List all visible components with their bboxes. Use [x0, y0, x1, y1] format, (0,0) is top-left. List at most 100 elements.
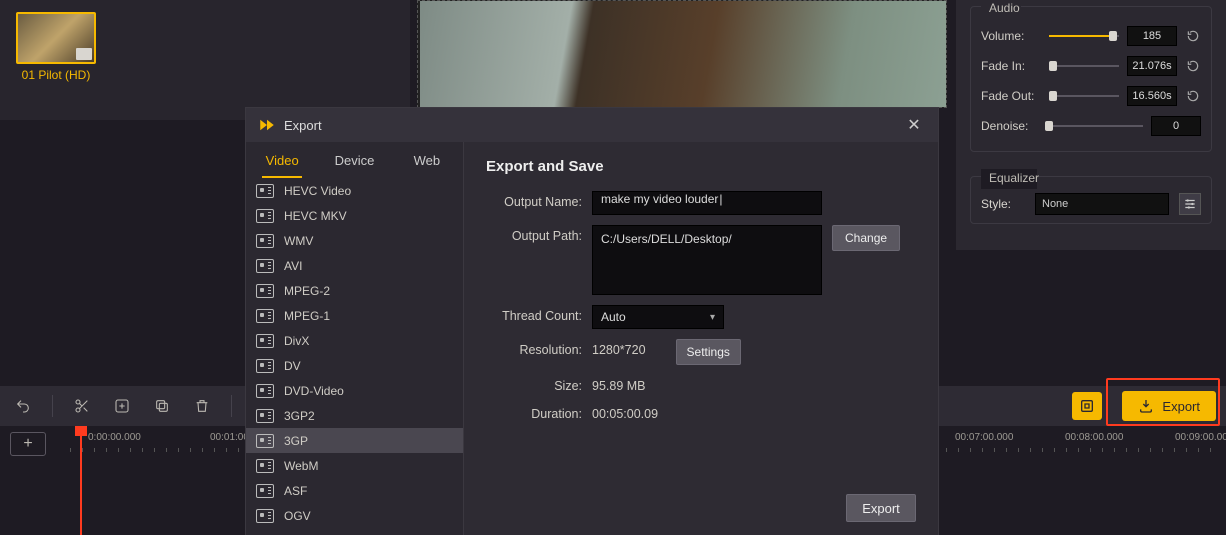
- duration-value: 00:05:00.09: [592, 403, 658, 421]
- copy-icon[interactable]: [149, 393, 175, 419]
- reset-icon[interactable]: [1185, 88, 1201, 104]
- format-item[interactable]: DVD-Video: [246, 378, 463, 403]
- export-dialog: Export ✕ Video Device Web HEVC VideoHEVC…: [246, 108, 938, 535]
- chevron-down-icon: ▾: [710, 312, 715, 323]
- format-list[interactable]: HEVC Video HEVC MKVWMVAVIMPEG-2 MPEG-1 DivX…: [246, 178, 463, 535]
- format-item[interactable]: DivX: [246, 328, 463, 353]
- resolution-label: Resolution:: [486, 339, 582, 357]
- equalizer-section-title: Equalizer: [981, 169, 1037, 189]
- ruler-tick: 00:07:00.000: [955, 432, 1013, 443]
- format-label: ASF: [284, 484, 307, 498]
- thread-count-value: Auto: [601, 310, 626, 324]
- export-form: Export and Save Output Name: make my vid…: [464, 142, 938, 535]
- clip-title: 01 Pilot (HD): [16, 68, 96, 82]
- dialog-title: Export: [284, 118, 322, 133]
- format-item[interactable]: HEVC Video: [246, 178, 463, 203]
- add-icon[interactable]: [109, 393, 135, 419]
- audio-section-title: Audio: [981, 0, 1021, 19]
- tab-video[interactable]: Video: [246, 142, 318, 178]
- tab-web[interactable]: Web: [391, 142, 463, 178]
- denoise-row: Denoise: 0: [981, 111, 1201, 141]
- resolution-settings-button[interactable]: Settings: [676, 339, 741, 365]
- reset-icon[interactable]: [1185, 58, 1201, 74]
- denoise-value[interactable]: 0: [1151, 116, 1201, 136]
- fadein-label: Fade In:: [981, 59, 1041, 73]
- format-label: 3GP: [284, 434, 308, 448]
- denoise-label: Denoise:: [981, 119, 1041, 133]
- equalizer-panel: Equalizer Style: None: [956, 170, 1226, 230]
- dialog-export-button[interactable]: Export: [846, 494, 916, 522]
- format-item[interactable]: WMV: [246, 228, 463, 253]
- format-label: DVD-Video: [284, 384, 344, 398]
- denoise-slider[interactable]: [1049, 118, 1143, 134]
- export-icon: [1138, 398, 1154, 414]
- preview-monitor: [417, 0, 947, 108]
- eq-settings-button[interactable]: [1179, 193, 1201, 215]
- video-file-icon: [256, 234, 274, 248]
- change-path-button[interactable]: Change: [832, 225, 900, 251]
- output-name-field[interactable]: make my video louder: [592, 191, 822, 215]
- export-sidebar: Video Device Web HEVC Video HEVC MKVWMVAV…: [246, 142, 464, 535]
- tab-device[interactable]: Device: [318, 142, 390, 178]
- app-logo-icon: [258, 116, 276, 134]
- format-item[interactable]: OGV: [246, 503, 463, 528]
- format-item[interactable]: MPEG-2: [246, 278, 463, 303]
- volume-value[interactable]: 185: [1127, 26, 1177, 46]
- format-item[interactable]: ASF: [246, 478, 463, 503]
- film-icon: [76, 48, 92, 60]
- video-file-icon: [256, 484, 274, 498]
- reset-icon[interactable]: [1185, 28, 1201, 44]
- fadeout-slider[interactable]: [1049, 88, 1119, 104]
- fadein-value[interactable]: 21.076s: [1127, 56, 1177, 76]
- close-icon[interactable]: ✕: [902, 113, 926, 137]
- size-value: 95.89 MB: [592, 375, 646, 393]
- trash-icon[interactable]: [189, 393, 215, 419]
- add-track-button[interactable]: +: [10, 432, 46, 456]
- video-file-icon: [256, 359, 274, 373]
- ruler-tick: 00:01:00: [210, 432, 249, 443]
- format-item[interactable]: 3GP2: [246, 403, 463, 428]
- volume-row: Volume: 185: [981, 21, 1201, 51]
- thread-count-select[interactable]: Auto ▾: [592, 305, 724, 329]
- ruler-tick: 00:08:00.000: [1065, 432, 1123, 443]
- export-button[interactable]: Export: [1122, 391, 1216, 421]
- preview-frame-image: [420, 1, 946, 107]
- scissors-icon[interactable]: [69, 393, 95, 419]
- format-label: DivX: [284, 334, 309, 348]
- video-file-icon: [256, 434, 274, 448]
- volume-slider[interactable]: [1049, 28, 1119, 44]
- format-item[interactable]: MPEG-1: [246, 303, 463, 328]
- fadeout-label: Fade Out:: [981, 89, 1041, 103]
- format-label: HEVC Video: [284, 184, 351, 198]
- ruler-tick: 00:09:00.000: [1175, 432, 1226, 443]
- ruler-tick: 0:00:00.000: [88, 432, 141, 443]
- format-item[interactable]: 3GP: [246, 428, 463, 453]
- format-item[interactable]: DV: [246, 353, 463, 378]
- format-label: 3GP2: [284, 409, 315, 423]
- video-file-icon: [256, 509, 274, 523]
- dialog-titlebar[interactable]: Export ✕: [246, 108, 938, 142]
- video-file-icon: [256, 384, 274, 398]
- clip-thumbnail[interactable]: [16, 12, 96, 64]
- eq-style-select[interactable]: None: [1035, 193, 1169, 215]
- format-item[interactable]: HEVC MKV: [246, 203, 463, 228]
- output-path-field[interactable]: C:/Users/DELL/Desktop/: [592, 225, 822, 295]
- fadeout-value[interactable]: 16.560s: [1127, 86, 1177, 106]
- video-file-icon: [256, 184, 274, 198]
- video-file-icon: [256, 459, 274, 473]
- thread-count-label: Thread Count:: [486, 305, 582, 323]
- video-file-icon: [256, 309, 274, 323]
- resolution-value: 1280*720: [592, 339, 646, 357]
- export-heading: Export and Save: [486, 158, 916, 175]
- playhead[interactable]: [80, 426, 82, 535]
- duration-label: Duration:: [486, 403, 582, 421]
- fadein-row: Fade In: 21.076s: [981, 51, 1201, 81]
- quick-export-icon[interactable]: [1072, 392, 1102, 420]
- format-label: WebM: [284, 459, 318, 473]
- fadein-slider[interactable]: [1049, 58, 1119, 74]
- format-label: MPEG-1: [284, 309, 330, 323]
- undo-icon[interactable]: [10, 393, 36, 419]
- format-item[interactable]: WebM: [246, 453, 463, 478]
- format-item[interactable]: AVI: [246, 253, 463, 278]
- eq-style-label: Style:: [981, 197, 1025, 211]
